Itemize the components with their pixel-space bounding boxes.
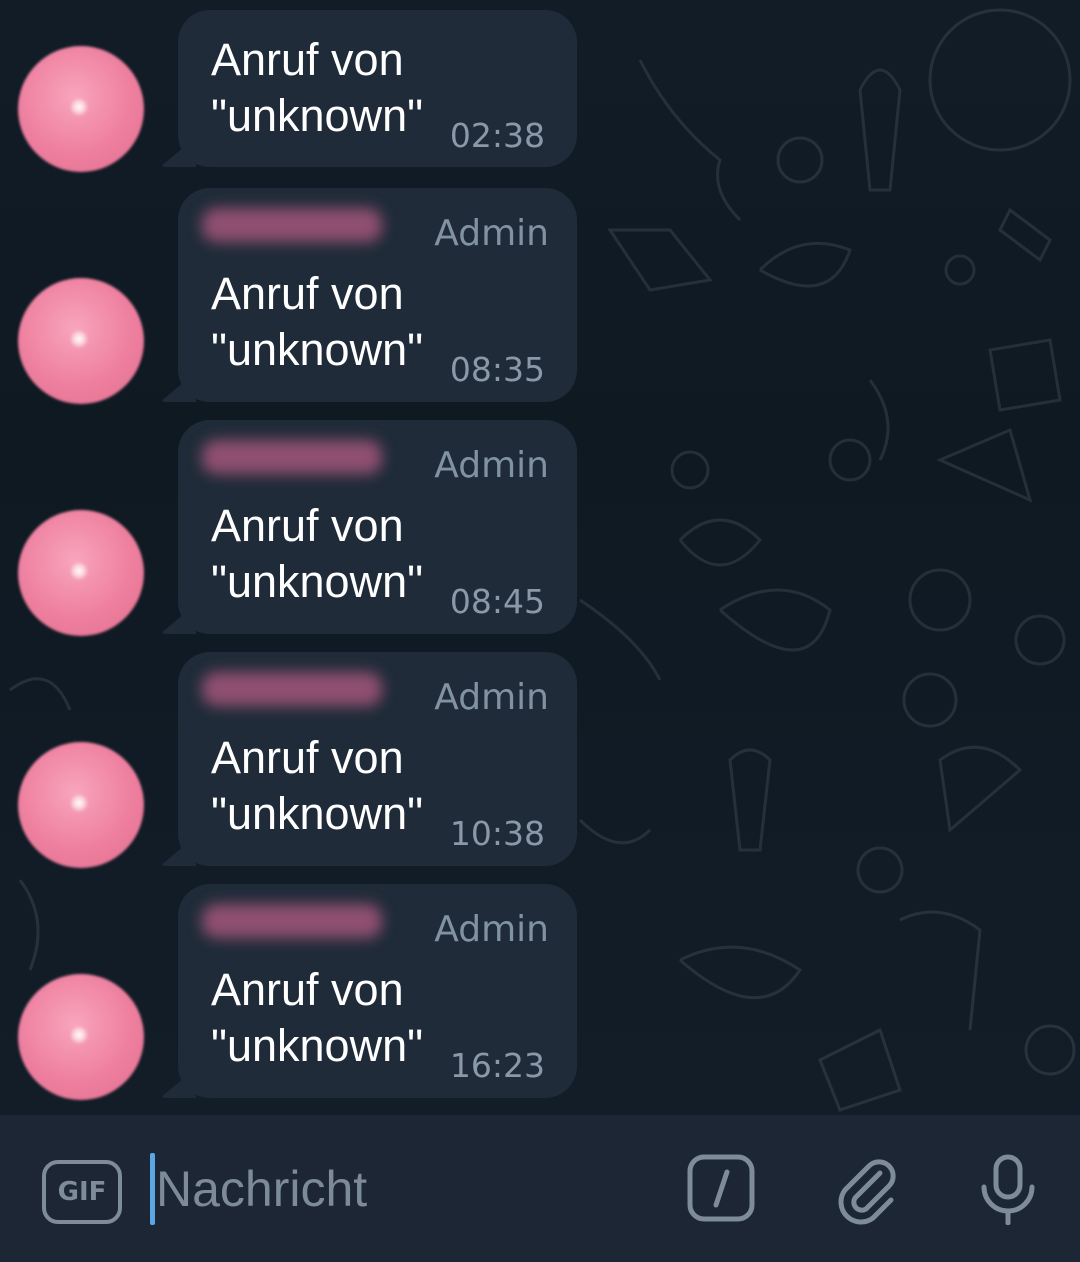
avatar[interactable] xyxy=(18,46,144,172)
message-time: 10:38 xyxy=(449,814,545,853)
message-bubble[interactable]: Anruf von "unknown" 02:38 xyxy=(160,10,577,167)
microphone-icon xyxy=(981,1154,1035,1226)
message-time: 16:23 xyxy=(449,1046,545,1085)
sender-name-redacted xyxy=(202,208,382,242)
message-time: 02:38 xyxy=(449,116,545,155)
admin-role-label: Admin xyxy=(434,677,549,718)
sender-name-redacted xyxy=(202,904,382,938)
sender-name-redacted xyxy=(202,672,382,706)
avatar[interactable] xyxy=(18,510,144,636)
slash-command-icon xyxy=(687,1154,755,1222)
avatar[interactable] xyxy=(18,278,144,404)
avatar[interactable] xyxy=(18,742,144,868)
message-composer: GIF xyxy=(0,1115,1080,1262)
paperclip-icon xyxy=(838,1159,896,1225)
admin-role-label: Admin xyxy=(434,213,549,254)
message-text: Anruf von "unknown" xyxy=(211,34,424,141)
message-time: 08:35 xyxy=(449,350,545,389)
avatar[interactable] xyxy=(18,974,144,1100)
message-bubble[interactable]: Admin Anruf von "unknown" 08:45 xyxy=(160,420,577,634)
attach-button[interactable] xyxy=(830,1153,902,1225)
commands-button[interactable] xyxy=(686,1153,758,1225)
message-text: Anruf von "unknown" xyxy=(211,732,424,839)
admin-role-label: Admin xyxy=(434,445,549,486)
admin-role-label: Admin xyxy=(434,909,549,950)
gif-icon: GIF xyxy=(57,1177,107,1207)
message-bubble[interactable]: Admin Anruf von "unknown" 10:38 xyxy=(160,652,577,866)
sender-name-redacted xyxy=(202,440,382,474)
gif-button[interactable]: GIF xyxy=(42,1160,122,1224)
message-input[interactable] xyxy=(156,1151,656,1227)
message-text: Anruf von "unknown" xyxy=(211,500,424,607)
message-time: 08:45 xyxy=(449,582,545,621)
message-bubble[interactable]: Admin Anruf von "unknown" 08:35 xyxy=(160,188,577,402)
text-cursor xyxy=(150,1153,155,1225)
chat-history[interactable]: Anruf von "unknown" 02:38 Admin Anruf vo… xyxy=(0,0,1080,1115)
message-text: Anruf von "unknown" xyxy=(211,268,424,375)
message-bubble[interactable]: Admin Anruf von "unknown" 16:23 xyxy=(160,884,577,1098)
voice-button[interactable] xyxy=(972,1153,1044,1226)
message-text: Anruf von "unknown" xyxy=(211,964,424,1071)
